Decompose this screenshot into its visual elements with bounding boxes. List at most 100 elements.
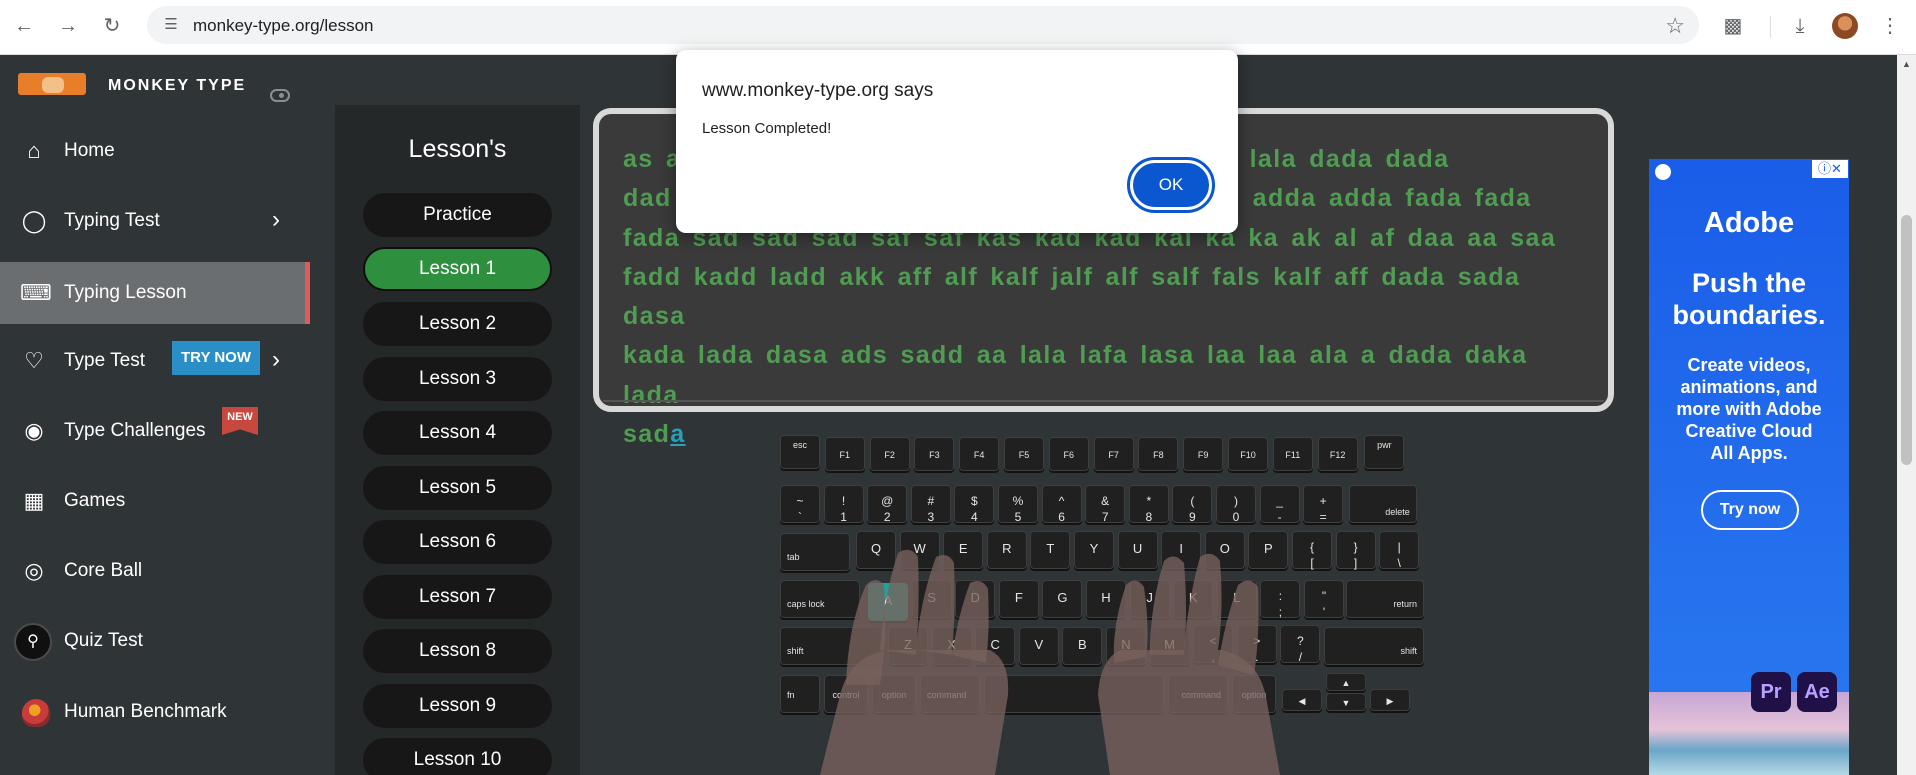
key-i[interactable]: I <box>1161 531 1202 569</box>
theme-toggle[interactable] <box>270 89 290 102</box>
key-f2[interactable]: F2 <box>869 437 910 471</box>
key-f3[interactable]: F3 <box>914 437 955 471</box>
key-d[interactable]: D <box>955 580 996 618</box>
key-delete[interactable]: delete <box>1348 485 1417 523</box>
key-f8[interactable]: F8 <box>1138 437 1179 471</box>
key-bracket[interactable]: | \ <box>1379 531 1420 570</box>
reload-icon[interactable]: ↻ <box>98 12 126 40</box>
back-icon[interactable]: ← <box>10 12 38 40</box>
key-f7[interactable]: F7 <box>1093 437 1134 471</box>
key-option-right[interactable]: option <box>1232 675 1276 713</box>
key-f11[interactable]: F11 <box>1272 437 1313 471</box>
key-f4[interactable]: F4 <box>959 437 1000 471</box>
key-number[interactable]: * 8 <box>1128 485 1169 524</box>
key-f9[interactable]: F9 <box>1183 437 1224 471</box>
key-control[interactable]: control <box>824 675 868 713</box>
key-f12[interactable]: F12 <box>1317 437 1358 471</box>
sidebar-item-core-ball[interactable]: ◎ Core Ball <box>0 540 310 602</box>
key-number[interactable]: _ - <box>1259 485 1300 524</box>
lesson-button-10[interactable]: Lesson 10 <box>363 738 552 775</box>
lesson-button-8[interactable]: Lesson 8 <box>363 629 552 673</box>
key-shift-left[interactable]: shift <box>780 627 882 665</box>
ok-button[interactable]: OK <box>1127 157 1215 213</box>
key-option-left[interactable]: option <box>872 675 916 713</box>
lesson-button-9[interactable]: Lesson 9 <box>363 684 552 728</box>
page-scrollbar[interactable]: ▲ <box>1897 55 1916 775</box>
key-shift-right[interactable]: shift <box>1324 627 1424 665</box>
scroll-thumb[interactable] <box>1901 215 1912 465</box>
key-l[interactable]: L <box>1216 580 1257 618</box>
key-j[interactable]: J <box>1129 580 1170 618</box>
key-power[interactable]: pwr <box>1364 435 1405 469</box>
key-return[interactable]: return <box>1346 580 1424 618</box>
lesson-button-2[interactable]: Lesson 2 <box>363 302 552 346</box>
key-number[interactable]: ) 0 <box>1216 485 1256 524</box>
extensions-icon[interactable]: ▩ <box>1719 12 1747 40</box>
key-punct[interactable]: <, <box>1193 625 1234 664</box>
key-number[interactable]: #3 <box>910 485 951 524</box>
menu-kebab-icon[interactable]: ⋮ <box>1876 12 1904 40</box>
ad-banner[interactable]: ⓘ✕ Adobe Push the boundaries. Create vid… <box>1649 159 1849 775</box>
key-r[interactable]: R <box>986 531 1027 569</box>
key-command-right[interactable]: command <box>1168 675 1228 713</box>
sidebar-item-type-challenges[interactable]: ◉ Type Challenges NEW <box>0 400 310 462</box>
key-p[interactable]: P <box>1248 531 1289 569</box>
key-bracket[interactable]: }] <box>1335 531 1376 570</box>
key-number[interactable]: + = <box>1303 485 1344 524</box>
key-arrow-right[interactable]: ▶ <box>1370 689 1410 711</box>
key-command-left[interactable]: command <box>920 675 980 713</box>
key-c[interactable]: C <box>975 627 1016 665</box>
lesson-button-7[interactable]: Lesson 7 <box>363 575 552 619</box>
sidebar-item-home[interactable]: ⌂ Home <box>0 120 310 182</box>
sidebar-item-type-test[interactable]: ♡ Type Test TRY NOW › <box>0 330 310 392</box>
lesson-button-5[interactable]: Lesson 5 <box>363 466 552 510</box>
key-space[interactable] <box>984 675 1164 713</box>
chevron-right-icon[interactable]: › <box>272 346 280 374</box>
key-s[interactable]: S <box>911 580 952 618</box>
key-punct[interactable]: ? / <box>1280 625 1321 664</box>
key-y[interactable]: Y <box>1074 531 1114 569</box>
key-fn[interactable]: fn <box>780 675 820 713</box>
key-v[interactable]: V <box>1018 627 1059 665</box>
key-x[interactable]: X <box>931 627 972 665</box>
address-bar[interactable]: ☰ monkey-type.org/lesson ☆ <box>147 6 1699 44</box>
lesson-button-1[interactable]: Lesson 1 <box>363 247 552 291</box>
key-number[interactable]: @2 <box>867 485 908 524</box>
key-w[interactable]: W <box>899 531 940 569</box>
key-arrow-up[interactable]: ▲ <box>1326 673 1366 691</box>
key-f6[interactable]: F6 <box>1048 437 1089 471</box>
key-u[interactable]: U <box>1117 531 1158 569</box>
key-f[interactable]: F <box>998 580 1039 618</box>
key-f1[interactable]: F1 <box>824 437 865 471</box>
key-k[interactable]: K <box>1173 580 1214 618</box>
brand-name[interactable]: MONKEY TYPE <box>108 77 246 95</box>
key-q[interactable]: Q <box>856 531 896 569</box>
key-z[interactable]: Z <box>888 627 928 665</box>
lesson-button-3[interactable]: Lesson 3 <box>363 357 552 401</box>
lesson-button-4[interactable]: Lesson 4 <box>363 411 552 455</box>
sidebar-item-typing-test[interactable]: ◯ Typing Test › <box>0 190 310 252</box>
key-arrow-down[interactable]: ▼ <box>1326 693 1366 711</box>
key-b[interactable]: B <box>1062 627 1103 665</box>
sidebar-item-games[interactable]: ▦ Games <box>0 470 310 532</box>
key-f5[interactable]: F5 <box>1004 437 1044 471</box>
monkey-logo-icon[interactable] <box>16 71 88 97</box>
key-number[interactable]: ~ ` <box>780 485 820 524</box>
key-tab[interactable]: tab <box>780 533 850 571</box>
download-icon[interactable]: ⤓ <box>1786 12 1814 40</box>
key-punct[interactable]: >. <box>1236 625 1277 664</box>
key-number[interactable]: ^ 6 <box>1041 485 1082 524</box>
sidebar-item-quiz-test[interactable]: ⚲ Quiz Test <box>0 610 310 672</box>
ad-cta-button[interactable]: Try now <box>1701 490 1799 530</box>
key-number[interactable]: (9 <box>1172 485 1213 524</box>
chevron-right-icon[interactable]: › <box>272 206 280 234</box>
key-bracket[interactable]: {[ <box>1292 531 1332 570</box>
key-t[interactable]: T <box>1030 531 1071 569</box>
key-punct[interactable]: " ' <box>1304 580 1344 619</box>
key-e[interactable]: E <box>943 531 984 569</box>
key-punct[interactable]: :; <box>1260 580 1301 619</box>
sidebar-item-typing-lesson[interactable]: ⌨ Typing Lesson <box>0 262 310 324</box>
scroll-up-icon[interactable]: ▲ <box>1902 59 1911 69</box>
key-m[interactable]: M <box>1149 627 1190 665</box>
ad-info-close-icon[interactable]: ⓘ✕ <box>1812 160 1848 178</box>
